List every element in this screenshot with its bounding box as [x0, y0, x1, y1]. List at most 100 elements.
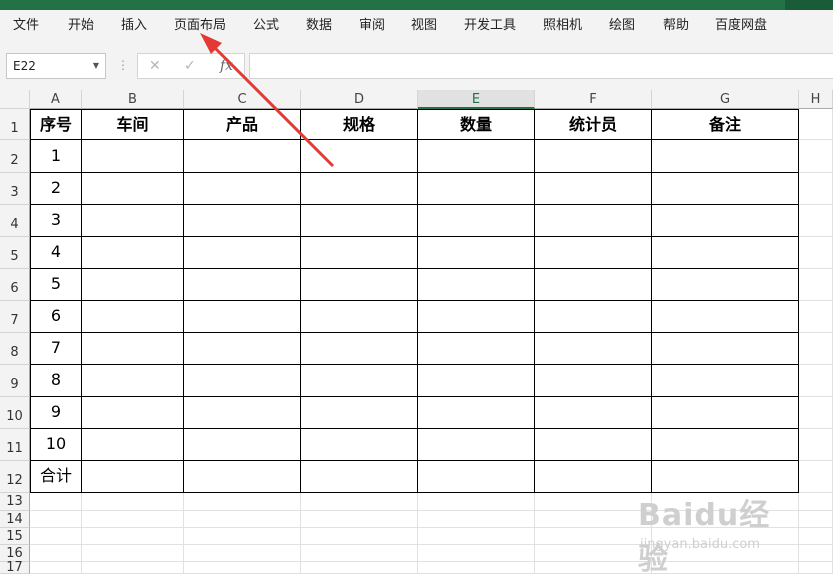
table-cell[interactable] — [184, 333, 301, 365]
grid-cell[interactable] — [799, 205, 833, 237]
table-cell[interactable] — [652, 365, 799, 397]
table-cell[interactable] — [184, 237, 301, 269]
table-cell[interactable] — [301, 397, 418, 429]
menu-item[interactable]: 审阅 — [359, 10, 385, 42]
table-cell[interactable] — [82, 301, 184, 333]
table-cell[interactable] — [535, 365, 652, 397]
table-cell[interactable] — [184, 301, 301, 333]
menu-item[interactable]: 公式 — [253, 10, 279, 42]
column-header[interactable]: F — [535, 90, 652, 109]
row-header[interactable]: 14 — [0, 511, 30, 528]
grid-cell[interactable] — [535, 511, 652, 528]
table-cell[interactable]: 7 — [30, 333, 82, 365]
table-cell[interactable] — [301, 429, 418, 461]
table-header-cell[interactable]: 数量 — [418, 109, 535, 140]
table-cell[interactable] — [535, 269, 652, 301]
table-cell[interactable] — [301, 237, 418, 269]
column-header[interactable]: B — [82, 90, 184, 109]
table-cell[interactable] — [418, 333, 535, 365]
table-header-cell[interactable]: 统计员 — [535, 109, 652, 140]
insert-function-icon[interactable]: fx — [220, 56, 233, 76]
row-header[interactable]: 17 — [0, 561, 30, 574]
grid-cell[interactable] — [82, 528, 184, 545]
menu-item[interactable]: 开发工具 — [464, 10, 516, 42]
table-cell[interactable] — [184, 140, 301, 173]
grid-cell[interactable] — [418, 562, 535, 574]
table-cell[interactable] — [82, 140, 184, 173]
row-header[interactable]: 9 — [0, 365, 30, 397]
table-cell[interactable] — [652, 237, 799, 269]
table-cell[interactable]: 1 — [30, 140, 82, 173]
grid-cell[interactable] — [82, 545, 184, 562]
table-cell[interactable] — [652, 429, 799, 461]
table-cell[interactable] — [535, 301, 652, 333]
menu-item[interactable]: 页面布局 — [174, 10, 226, 42]
grid-cell[interactable] — [799, 333, 833, 365]
grid-cell[interactable] — [799, 237, 833, 269]
table-cell[interactable]: 10 — [30, 429, 82, 461]
grid-cell[interactable] — [535, 562, 652, 574]
grid-cell[interactable] — [799, 269, 833, 301]
row-header[interactable]: 10 — [0, 397, 30, 429]
column-header[interactable]: C — [184, 90, 301, 109]
grid-cell[interactable] — [82, 562, 184, 574]
title-bar-control[interactable] — [785, 0, 833, 10]
cancel-icon[interactable]: ✕ — [149, 56, 161, 76]
table-cell[interactable] — [184, 429, 301, 461]
table-cell[interactable] — [82, 365, 184, 397]
grid-cell[interactable] — [30, 511, 82, 528]
table-cell[interactable] — [301, 365, 418, 397]
grid-cell[interactable] — [799, 429, 833, 461]
grid-cell[interactable] — [301, 545, 418, 562]
grid-cell[interactable] — [184, 528, 301, 545]
table-cell[interactable] — [184, 461, 301, 493]
row-header[interactable]: 2 — [0, 140, 30, 173]
table-cell[interactable]: 2 — [30, 173, 82, 205]
row-header[interactable]: 11 — [0, 429, 30, 461]
table-cell[interactable] — [184, 397, 301, 429]
grid-cell[interactable] — [799, 140, 833, 173]
table-header-cell[interactable]: 规格 — [301, 109, 418, 140]
grid-cell[interactable] — [301, 562, 418, 574]
table-cell[interactable] — [82, 397, 184, 429]
grid-cell[interactable] — [799, 365, 833, 397]
table-cell[interactable] — [82, 429, 184, 461]
table-cell[interactable] — [652, 397, 799, 429]
row-header[interactable]: 8 — [0, 333, 30, 365]
table-cell[interactable] — [535, 173, 652, 205]
select-all-corner[interactable] — [0, 90, 30, 109]
table-cell[interactable] — [184, 173, 301, 205]
grid-cell[interactable] — [799, 528, 833, 545]
grid-cell[interactable] — [30, 493, 82, 511]
table-header-cell[interactable]: 车间 — [82, 109, 184, 140]
grid-cell[interactable] — [799, 397, 833, 429]
table-header-cell[interactable]: 产品 — [184, 109, 301, 140]
table-cell[interactable] — [301, 173, 418, 205]
table-cell[interactable] — [82, 461, 184, 493]
grid-cell[interactable] — [418, 511, 535, 528]
grid-cell[interactable] — [30, 562, 82, 574]
table-cell[interactable] — [418, 269, 535, 301]
row-header[interactable]: 3 — [0, 173, 30, 205]
grid-cell[interactable] — [535, 545, 652, 562]
table-cell[interactable] — [301, 333, 418, 365]
table-cell[interactable] — [418, 173, 535, 205]
table-cell[interactable] — [301, 205, 418, 237]
table-cell[interactable] — [418, 365, 535, 397]
menu-item[interactable]: 开始 — [68, 10, 94, 42]
column-header[interactable]: H — [799, 90, 833, 109]
table-cell[interactable]: 合计 — [30, 461, 82, 493]
grid-cell[interactable] — [418, 493, 535, 511]
grid-cell[interactable] — [799, 545, 833, 562]
table-cell[interactable] — [184, 205, 301, 237]
grid-cell[interactable] — [301, 493, 418, 511]
table-cell[interactable] — [82, 269, 184, 301]
more-options-icon[interactable]: ⋮ — [117, 55, 129, 75]
row-header[interactable]: 1 — [0, 109, 30, 140]
table-cell[interactable] — [535, 461, 652, 493]
table-cell[interactable] — [535, 333, 652, 365]
grid-cell[interactable] — [184, 511, 301, 528]
table-cell[interactable] — [535, 237, 652, 269]
row-header[interactable]: 15 — [0, 528, 30, 545]
table-cell[interactable] — [535, 429, 652, 461]
